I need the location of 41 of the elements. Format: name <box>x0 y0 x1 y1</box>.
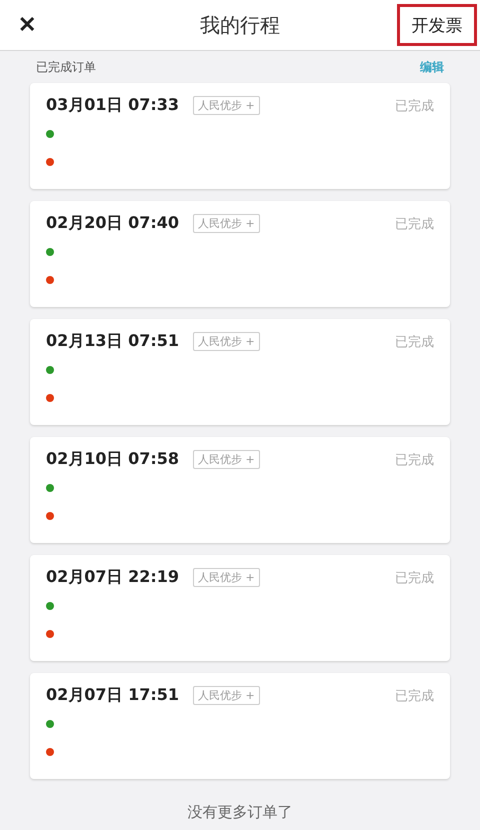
order-time: 03月01日 07:33 <box>46 95 180 116</box>
order-card[interactable]: 02月20日 07:40 人民优步 + 已完成 <box>30 201 450 307</box>
order-time: 02月07日 17:51 <box>46 685 180 706</box>
order-status: 已完成 <box>395 452 434 468</box>
end-point-icon <box>46 276 54 284</box>
start-point-icon <box>46 720 54 728</box>
order-status: 已完成 <box>395 570 434 586</box>
end-of-list-text: 没有更多订单了 <box>188 803 292 822</box>
end-point-icon <box>46 158 54 166</box>
order-card[interactable]: 02月10日 07:58 人民优步 + 已完成 <box>30 437 450 543</box>
order-status: 已完成 <box>395 688 434 704</box>
end-point-icon <box>46 512 54 520</box>
close-button[interactable]: ✕ <box>14 12 40 38</box>
car-type-tag: 人民优步 + <box>193 214 260 233</box>
page-title: 我的行程 <box>200 12 280 38</box>
end-point-icon <box>46 630 54 638</box>
order-status: 已完成 <box>395 98 434 114</box>
order-card[interactable]: 02月07日 22:19 人民优步 + 已完成 <box>30 555 450 661</box>
start-point-icon <box>46 248 54 256</box>
order-card[interactable]: 02月13日 07:51 人民优步 + 已完成 <box>30 319 450 425</box>
order-status: 已完成 <box>395 334 434 350</box>
car-type-tag: 人民优步 + <box>193 96 260 115</box>
start-point-icon <box>46 130 54 138</box>
start-point-icon <box>46 484 54 492</box>
start-point-icon <box>46 602 54 610</box>
invoice-button[interactable]: 开发票 <box>397 4 477 46</box>
start-point-icon <box>46 366 54 374</box>
order-card[interactable]: 03月01日 07:33 人民优步 + 已完成 <box>30 83 450 189</box>
section-title: 已完成订单 <box>36 58 96 76</box>
order-time: 02月07日 22:19 <box>46 567 180 588</box>
order-time: 02月10日 07:58 <box>46 449 180 470</box>
order-card[interactable]: 02月07日 17:51 人民优步 + 已完成 <box>30 673 450 779</box>
car-type-tag: 人民优步 + <box>193 568 260 587</box>
end-point-icon <box>46 748 54 756</box>
car-type-tag: 人民优步 + <box>193 686 260 705</box>
order-time: 02月20日 07:40 <box>46 213 180 234</box>
car-type-tag: 人民优步 + <box>193 450 260 469</box>
order-time: 02月13日 07:51 <box>46 331 180 352</box>
end-point-icon <box>46 394 54 402</box>
order-status: 已完成 <box>395 216 434 232</box>
car-type-tag: 人民优步 + <box>193 332 260 351</box>
